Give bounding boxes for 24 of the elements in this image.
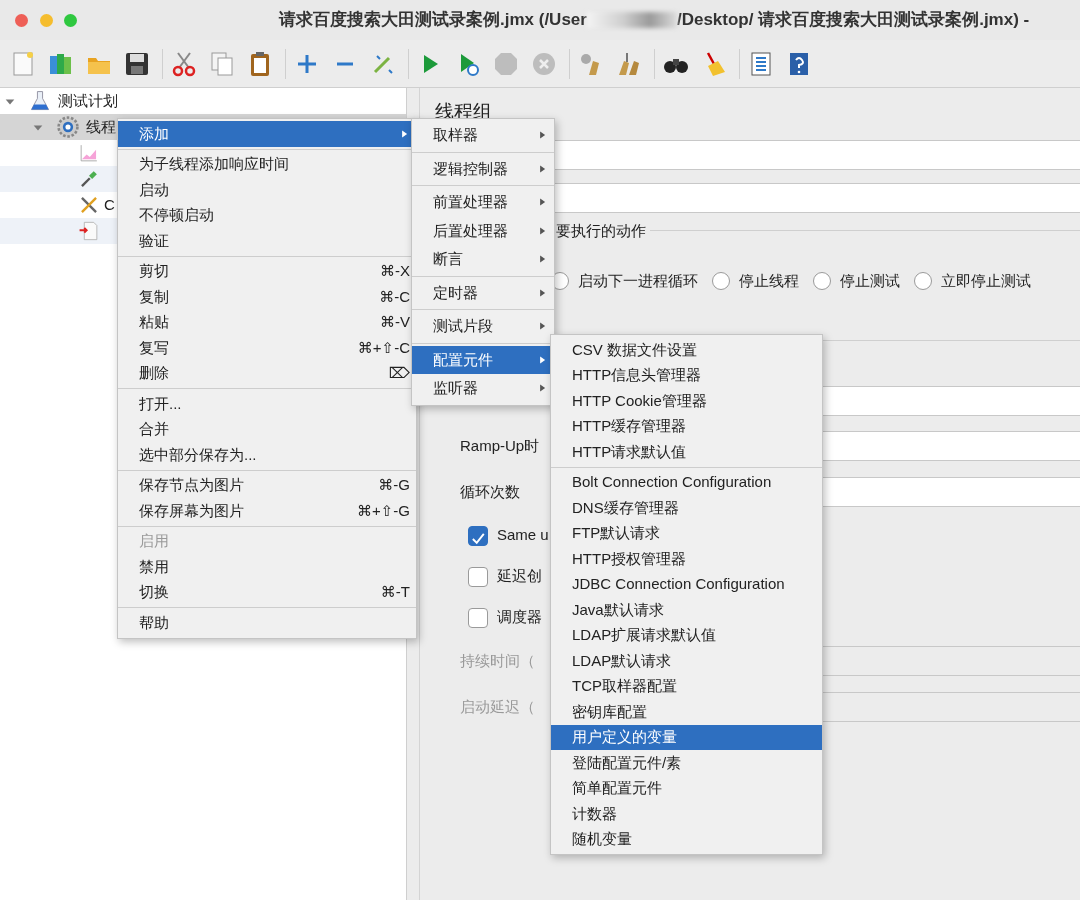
shortcut-label: ⌘-V bbox=[380, 312, 410, 332]
field-label: Ramp-Up时 bbox=[460, 435, 541, 456]
checkbox-label: 调度器 bbox=[497, 607, 542, 628]
shortcut-label: ⌘-T bbox=[380, 582, 410, 602]
field-label: 持续时间（ bbox=[460, 650, 536, 671]
radio-label: 启动下一进程循环 bbox=[578, 271, 698, 291]
window-title: /Desktop/ 请求百度搜索大田测试录案例.jmx) - bbox=[676, 9, 1030, 32]
tree-label: 线程 bbox=[86, 116, 116, 137]
tree-label: 测试计划 bbox=[58, 90, 118, 111]
field-label: 启动延迟（ bbox=[460, 696, 536, 717]
checkbox-label: 延迟创 bbox=[497, 566, 542, 587]
shortcut-label: ⌘+⇧-G bbox=[357, 500, 410, 521]
shortcut-label: ⌘+⇧-C bbox=[357, 337, 410, 358]
radio-label: 停止线程 bbox=[739, 271, 799, 291]
shortcut-label: ⌘-X bbox=[380, 261, 410, 281]
shortcut-label: ⌘-G bbox=[378, 475, 410, 495]
radio-label: 停止测试 bbox=[840, 271, 900, 291]
shortcut-label: ⌘-C bbox=[379, 286, 410, 307]
checkbox-label: Same u bbox=[497, 525, 549, 546]
radio-label: 立即停止测试 bbox=[941, 271, 1031, 291]
window-title: 请求百度搜索大田测试录案例.jmx (/User bbox=[279, 9, 587, 32]
tree-label: C bbox=[104, 194, 115, 215]
shortcut-label: ⌦ bbox=[388, 363, 410, 383]
field-label: 循环次数 bbox=[460, 481, 521, 502]
